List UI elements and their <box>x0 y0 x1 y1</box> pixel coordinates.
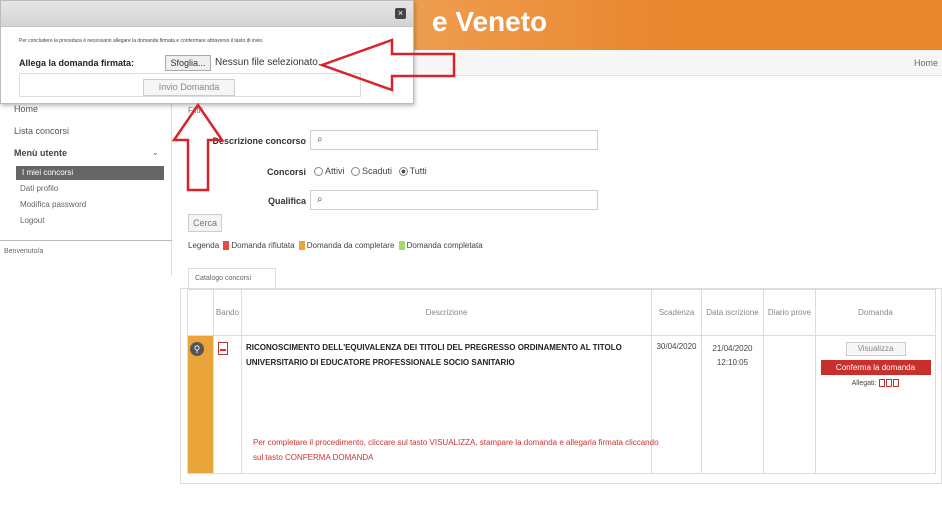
qualifica-label: Qualifica <box>267 196 306 206</box>
dialog-titlebar <box>1 1 413 27</box>
pdf-icon[interactable] <box>879 379 886 387</box>
cerca-button[interactable]: Cerca <box>188 214 222 232</box>
chevron-down-icon[interactable]: ⌄ <box>152 148 159 157</box>
zoom-icon[interactable]: ⚲ <box>190 342 204 356</box>
sidebar-divider <box>0 240 172 241</box>
concorso-title: RICONOSCIMENTO DELL'EQUIVALENZA DEI TITO… <box>246 343 622 367</box>
filters-section-label: Filtri <box>188 106 204 115</box>
descrizione-label: Descrizione concorso <box>212 136 306 146</box>
legend-label: Legenda <box>188 241 220 250</box>
sidebar-item-home[interactable]: Home <box>14 104 38 114</box>
home-link[interactable]: Home <box>914 58 938 68</box>
visualizza-button[interactable]: Visualizza <box>845 342 906 356</box>
dialog-instructions: Per concludere la procedura è necessario… <box>19 38 264 44</box>
col-scadenza: Scadenza <box>651 289 702 336</box>
search-icon: ⌕ <box>317 194 323 205</box>
upload-dialog: × Per concludere la procedura è necessar… <box>0 0 414 104</box>
radio-attivi-label: Attivi <box>325 166 345 176</box>
legend-item-completata: Domanda completata <box>406 241 483 250</box>
legend-swatch-da-completare <box>298 241 305 251</box>
catalog-panel: Bando Descrizione Scadenza Data iscrizio… <box>180 288 942 484</box>
col-diario-prove: Diario prove <box>763 289 816 336</box>
legend-swatch-rifiutata <box>223 241 230 251</box>
site-title: e Veneto <box>432 6 548 37</box>
browse-button[interactable]: Sfoglia... <box>165 55 211 71</box>
allegati: Allegati: <box>816 379 935 387</box>
sidebar-item-logout[interactable]: Logout <box>20 216 44 225</box>
sidebar-item-modifica-password[interactable]: Modifica password <box>20 200 86 209</box>
pdf-icon[interactable] <box>893 379 900 387</box>
sidebar-item-menu-utente[interactable]: Menù utente <box>14 148 67 158</box>
sidebar-item-dati-profilo[interactable]: Dati profilo <box>20 184 58 193</box>
status-cell: ⚲ <box>187 335 214 474</box>
welcome-text: Benvenuto/a <box>4 248 44 255</box>
allegati-label: Allegati: <box>851 379 877 387</box>
legend-swatch-completata <box>398 241 405 251</box>
data-iscrizione-cell: 21/04/2020 12:10:05 <box>701 335 764 474</box>
radio-scaduti-label: Scaduti <box>362 166 393 176</box>
legend-item-da-completare: Domanda da completare <box>306 241 395 250</box>
col-descrizione: Descrizione <box>241 289 652 336</box>
col-bando: Bando <box>213 289 242 336</box>
legend: Legenda Domanda rifiutata Domanda da com… <box>188 241 483 251</box>
col-status <box>187 289 214 336</box>
concorsi-label: Concorsi <box>266 167 306 177</box>
file-label: Allega la domanda firmata: <box>19 58 135 68</box>
descrizione-input[interactable]: ⌕ <box>310 130 598 150</box>
domanda-cell: Visualizza Conferma la domanda Allegati: <box>815 335 936 474</box>
table-header-row: Bando Descrizione Scadenza Data iscrizio… <box>187 289 936 336</box>
file-status: Nessun file selezionato. <box>215 57 321 68</box>
tab-catalogo-concorsi[interactable]: Catalogo concorsi <box>188 268 276 288</box>
filters-panel: Filtri Descrizione concorso ⌕ Concorsi A… <box>176 104 942 262</box>
pdf-icon[interactable] <box>218 342 228 355</box>
pdf-icon[interactable] <box>886 379 893 387</box>
legend-item-rifiutata: Domanda rifiutata <box>231 241 295 250</box>
radio-tutti-label: Tutti <box>409 166 427 176</box>
bando-cell <box>213 335 242 474</box>
sidebar-item-lista-concorsi[interactable]: Lista concorsi <box>14 126 69 136</box>
invio-domanda-button[interactable]: Invio Domanda <box>143 79 235 96</box>
radio-scaduti[interactable] <box>351 167 361 177</box>
qualifica-input[interactable]: ⌕ <box>310 190 598 210</box>
concorsi-radio-group: Attivi Scaduti Tutti <box>314 166 431 177</box>
completion-note: Per completare il procedimento, cliccare… <box>253 438 659 462</box>
col-data-iscrizione: Data iscrizione <box>701 289 764 336</box>
diario-prove-cell <box>763 335 816 474</box>
col-domanda: Domanda <box>815 289 936 336</box>
radio-tutti[interactable] <box>398 167 408 177</box>
search-icon: ⌕ <box>317 134 323 145</box>
radio-attivi[interactable] <box>314 167 323 177</box>
conferma-domanda-button[interactable]: Conferma la domanda <box>820 360 931 375</box>
sidebar-item-miei-concorsi[interactable]: I miei concorsi <box>16 166 164 180</box>
close-icon[interactable]: × <box>395 8 406 19</box>
